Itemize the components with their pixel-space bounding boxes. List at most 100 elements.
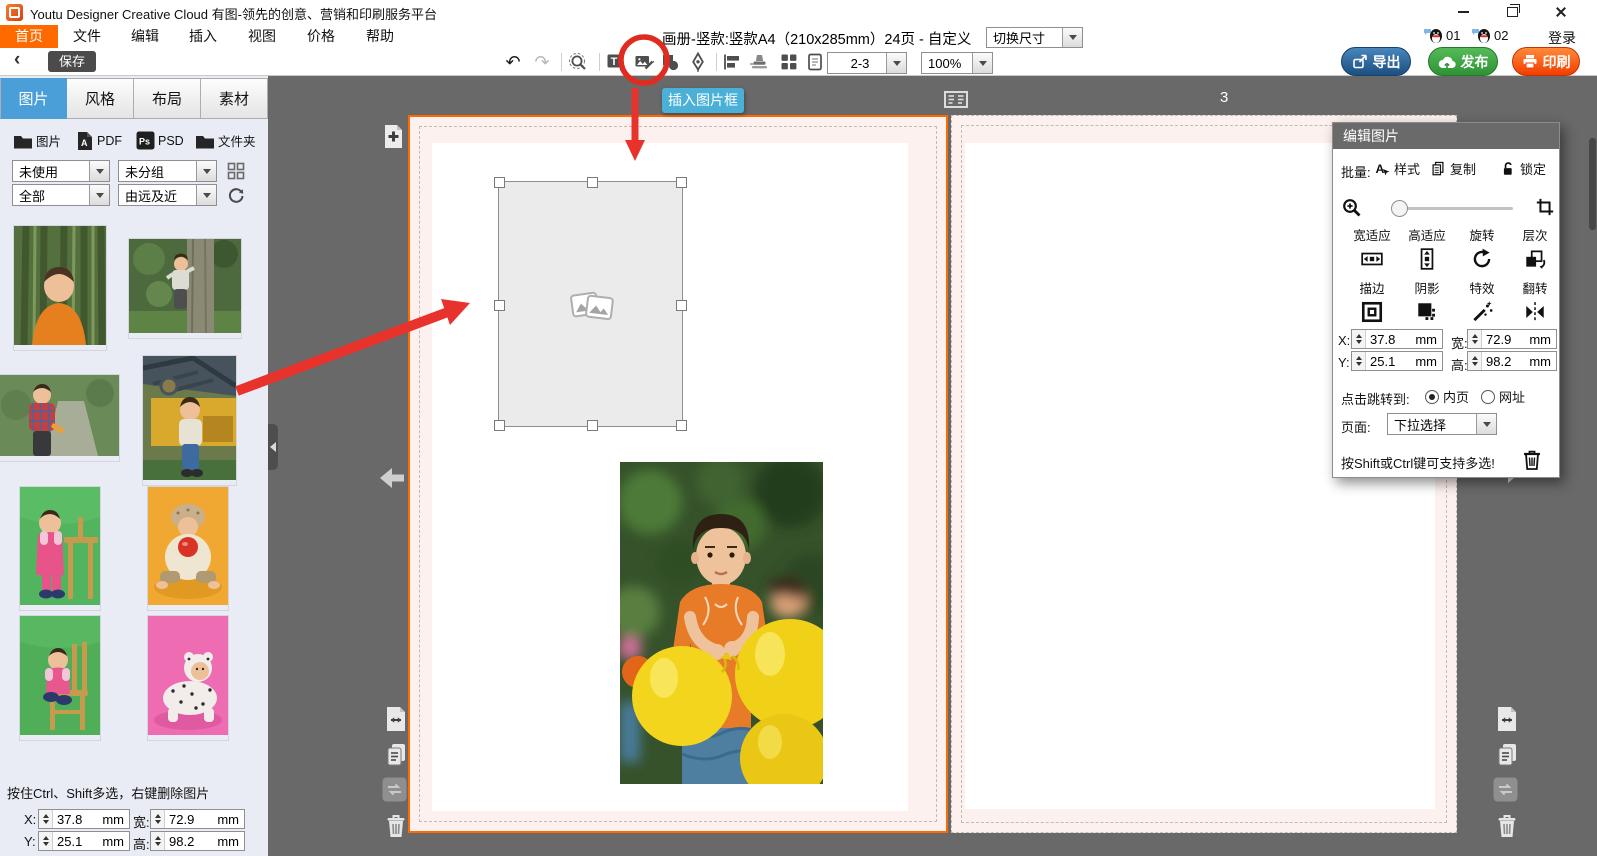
resize-handle[interactable] xyxy=(494,177,505,188)
tab-assets[interactable]: 素材 xyxy=(201,78,268,119)
x-value[interactable]: 37.8 xyxy=(53,812,102,827)
page-jump-select[interactable]: 下拉选择 xyxy=(1387,413,1497,435)
tab-layouts[interactable]: 布局 xyxy=(134,78,201,119)
height-spinner[interactable]: 98.2 mm xyxy=(150,831,245,851)
radio-unselected-icon[interactable] xyxy=(1481,390,1495,404)
photo-thumbnail[interactable] xyxy=(148,616,228,740)
lock-button[interactable]: 锁定 xyxy=(1499,159,1546,178)
resize-handle[interactable] xyxy=(494,300,505,311)
photo-thumbnail[interactable] xyxy=(143,356,236,485)
chevron-down-icon[interactable] xyxy=(89,185,109,205)
width-spinner[interactable]: 72.9 mm xyxy=(150,809,245,829)
menu-item-edit[interactable]: 编辑 xyxy=(122,25,168,48)
menu-item-file[interactable]: 文件 xyxy=(64,25,110,48)
insert-text-button[interactable]: T xyxy=(604,51,626,73)
x-spinner[interactable]: 37.8 mm xyxy=(1351,329,1443,349)
tool-rotate[interactable]: 旋转 xyxy=(1456,225,1508,276)
align-button[interactable] xyxy=(721,51,743,73)
menu-item-home[interactable]: 首页 xyxy=(0,25,58,48)
zoom-selector[interactable]: 100% xyxy=(921,52,993,74)
y-spinner[interactable]: 25.1 mm xyxy=(1351,351,1443,371)
spinner-arrows-icon[interactable] xyxy=(39,832,53,850)
spinner-arrows-icon[interactable] xyxy=(151,832,165,850)
thumbnail-grid-toggle[interactable] xyxy=(227,162,245,185)
minimize-button[interactable] xyxy=(1446,0,1480,24)
height-value[interactable]: 98.2 xyxy=(1482,354,1529,369)
stamp-tool-button[interactable] xyxy=(748,51,770,73)
chevron-down-icon[interactable] xyxy=(89,161,109,181)
width-spinner[interactable]: 72.9 mm xyxy=(1467,329,1557,349)
zoom-slider-thumb[interactable] xyxy=(1391,200,1408,217)
photo-thumbnail[interactable] xyxy=(20,616,100,740)
publish-button[interactable]: 发布 xyxy=(1428,47,1498,76)
placed-photo-boy-balloons[interactable] xyxy=(620,462,823,784)
back-button[interactable]: ‹ xyxy=(14,49,20,71)
filter-group-select[interactable]: 未分组 xyxy=(118,160,217,182)
batch-style-button[interactable]: A 样式 xyxy=(1373,159,1420,178)
crop-button[interactable] xyxy=(1535,197,1555,222)
undo-button[interactable]: ↶ xyxy=(502,51,524,73)
resize-handle[interactable] xyxy=(587,420,598,431)
redo-button[interactable]: ↷ xyxy=(531,51,553,73)
refresh-button[interactable] xyxy=(226,185,246,210)
add-page-button[interactable] xyxy=(381,124,406,149)
radio-selected-icon[interactable] xyxy=(1425,390,1439,404)
mask-shape-button[interactable] xyxy=(659,51,681,73)
tool-stroke[interactable]: 描边 xyxy=(1346,278,1398,329)
grid-view-button[interactable] xyxy=(778,51,800,73)
page-selector[interactable]: 2-3 xyxy=(827,52,907,74)
qq-contact-2[interactable]: 02 xyxy=(1472,27,1508,44)
delete-image-button[interactable] xyxy=(1521,447,1543,476)
x-value[interactable]: 37.8 xyxy=(1366,332,1415,347)
qq-contact-1[interactable]: 01 xyxy=(1424,27,1460,44)
photo-thumbnail[interactable] xyxy=(148,487,228,610)
width-value[interactable]: 72.9 xyxy=(1482,332,1529,347)
copy-page-button[interactable] xyxy=(1495,742,1519,767)
sidebar-collapse-handle[interactable] xyxy=(268,424,278,470)
canvas-scrollbar[interactable] xyxy=(1589,138,1596,230)
swap-page-button-disabled[interactable] xyxy=(1493,777,1518,802)
delete-page-button[interactable] xyxy=(1495,813,1519,839)
y-value[interactable]: 25.1 xyxy=(53,834,102,849)
chevron-down-icon[interactable] xyxy=(196,161,216,181)
tool-flip[interactable]: 翻转 xyxy=(1509,278,1561,329)
chevron-down-icon[interactable] xyxy=(196,185,216,205)
width-value[interactable]: 72.9 xyxy=(165,812,217,827)
spinner-arrows-icon[interactable] xyxy=(151,810,165,828)
spread-view-icon[interactable] xyxy=(944,91,968,113)
source-folder-button[interactable]: 文件夹 xyxy=(195,131,256,150)
height-spinner[interactable]: 98.2 mm xyxy=(1467,351,1557,371)
resize-handle[interactable] xyxy=(676,420,687,431)
resize-handle[interactable] xyxy=(676,177,687,188)
menu-item-insert[interactable]: 插入 xyxy=(180,25,226,48)
filter-order-select[interactable]: 由远及近 xyxy=(118,184,217,206)
resize-handle[interactable] xyxy=(587,177,598,188)
marquee-zoom-button[interactable] xyxy=(567,51,589,73)
tool-fit-width[interactable]: 宽适应 xyxy=(1346,225,1398,276)
source-images-button[interactable]: 图片 xyxy=(13,131,61,150)
login-link[interactable]: 登录 xyxy=(1548,28,1576,48)
spinner-arrows-icon[interactable] xyxy=(1352,352,1366,370)
tool-layer-order[interactable]: 层次 xyxy=(1509,225,1561,276)
batch-copy-button[interactable]: 复制 xyxy=(1429,159,1476,178)
menu-item-view[interactable]: 视图 xyxy=(239,25,285,48)
save-button[interactable]: 保存 xyxy=(48,51,96,72)
previous-spread-button[interactable] xyxy=(378,466,406,490)
chevron-down-icon[interactable] xyxy=(1062,28,1082,47)
photo-thumbnail[interactable] xyxy=(20,487,100,610)
spinner-arrows-icon[interactable] xyxy=(39,810,53,828)
resize-page-button[interactable] xyxy=(385,706,407,732)
menu-item-price[interactable]: 价格 xyxy=(298,25,344,48)
zoom-image-button[interactable] xyxy=(1341,197,1363,224)
tab-images[interactable]: 图片 xyxy=(0,78,67,119)
copy-page-button[interactable] xyxy=(384,742,408,767)
resize-handle[interactable] xyxy=(676,300,687,311)
source-psd-button[interactable]: Ps PSD xyxy=(136,131,184,150)
spinner-arrows-icon[interactable] xyxy=(1352,330,1366,348)
spinner-arrows-icon[interactable] xyxy=(1468,330,1482,348)
y-spinner[interactable]: 25.1 mm xyxy=(38,831,130,851)
resize-handle[interactable] xyxy=(494,420,505,431)
resize-page-button[interactable] xyxy=(1496,706,1518,732)
radio-url[interactable]: 网址 xyxy=(1481,387,1525,406)
menu-item-help[interactable]: 帮助 xyxy=(357,25,403,48)
